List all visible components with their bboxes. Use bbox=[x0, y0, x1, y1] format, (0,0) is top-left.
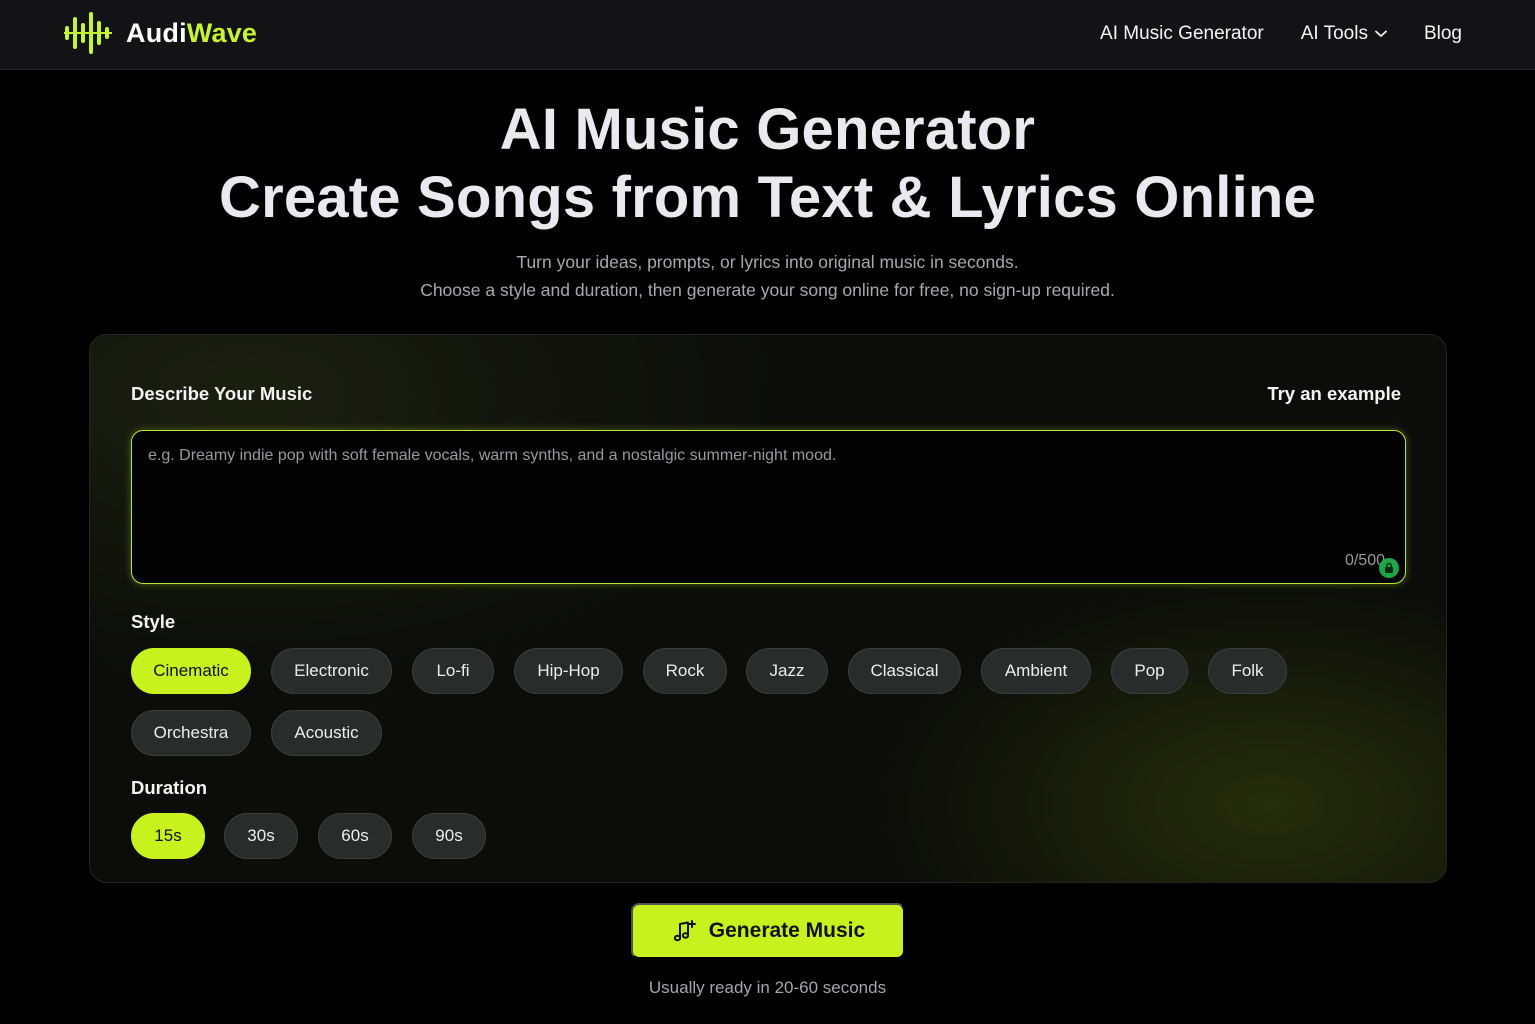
soundwave-icon bbox=[64, 12, 112, 54]
nav-label: AI Tools bbox=[1300, 23, 1368, 44]
style-chip-hiphop[interactable]: Hip-Hop bbox=[514, 648, 623, 694]
style-chip-ambient[interactable]: Ambient bbox=[981, 648, 1091, 694]
brand-name-part1: Audi bbox=[126, 17, 187, 48]
style-chip-rock[interactable]: Rock bbox=[643, 648, 727, 694]
top-navigation-bar: AudiWave AI Music Generator AI Tools Blo… bbox=[0, 0, 1535, 70]
style-chip-acoustic[interactable]: Acoustic bbox=[271, 710, 382, 756]
music-description-input[interactable] bbox=[132, 431, 1405, 583]
brand-logo[interactable]: AudiWave bbox=[64, 10, 257, 56]
duration-chip-60s[interactable]: 60s bbox=[318, 813, 392, 859]
style-chip-classical[interactable]: Classical bbox=[848, 648, 961, 694]
chevron-down-icon bbox=[1375, 30, 1387, 37]
style-chip-pop[interactable]: Pop bbox=[1111, 648, 1188, 694]
generation-time-note: Usually ready in 20-60 seconds bbox=[648, 978, 887, 997]
nav-label: AI Music Generator bbox=[1100, 23, 1264, 44]
nav-ai-music-generator[interactable]: AI Music Generator bbox=[1100, 23, 1264, 45]
style-chip-electronic[interactable]: Electronic bbox=[271, 648, 392, 694]
style-chip-orchestra[interactable]: Orchestra bbox=[131, 710, 251, 756]
style-label: Style bbox=[131, 611, 176, 632]
page-title: AI Music Generator bbox=[499, 97, 1036, 162]
hero-description-line1: Turn your ideas, prompts, or lyrics into… bbox=[516, 252, 1019, 272]
try-example-link[interactable]: Try an example bbox=[1267, 383, 1401, 405]
nav-blog[interactable]: Blog bbox=[1424, 23, 1462, 45]
describe-music-label: Describe Your Music bbox=[131, 383, 313, 404]
duration-chip-15s[interactable]: 15s bbox=[131, 813, 205, 859]
music-generator-panel: Describe Your Music Try an example 0/500… bbox=[89, 334, 1447, 883]
prompt-textarea-container: 0/500 bbox=[131, 430, 1406, 584]
nav-ai-tools-dropdown[interactable]: AI Tools bbox=[1301, 23, 1387, 45]
style-chip-cinematic[interactable]: Cinematic bbox=[131, 648, 251, 694]
brand-name-part2: Wave bbox=[186, 17, 258, 48]
hero-description-line2: Choose a style and duration, then genera… bbox=[420, 280, 1115, 300]
duration-chip-30s[interactable]: 30s bbox=[224, 813, 298, 859]
music-note-plus-icon bbox=[673, 920, 696, 942]
generate-music-button[interactable]: Generate Music bbox=[631, 903, 905, 959]
style-chip-lofi[interactable]: Lo-fi bbox=[412, 648, 494, 694]
brand-name: AudiWave bbox=[126, 18, 257, 49]
nav-label: Blog bbox=[1423, 23, 1462, 44]
style-chip-folk[interactable]: Folk bbox=[1208, 648, 1287, 694]
style-chip-jazz[interactable]: Jazz bbox=[746, 648, 828, 694]
page-subtitle-heading: Create Songs from Text & Lyrics Online bbox=[219, 165, 1316, 230]
lock-icon bbox=[1379, 558, 1399, 578]
generate-button-label: Generate Music bbox=[708, 919, 866, 942]
main-nav: AI Music Generator AI Tools Blog bbox=[1063, 0, 1462, 68]
duration-label: Duration bbox=[131, 777, 208, 798]
duration-chip-90s[interactable]: 90s bbox=[412, 813, 486, 859]
